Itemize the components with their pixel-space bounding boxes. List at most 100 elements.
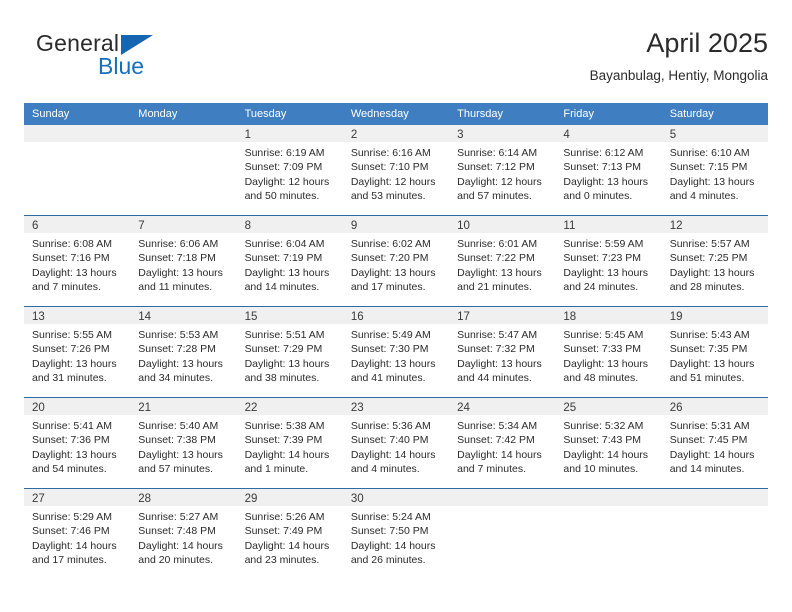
calendar-day-cell[interactable]: 21 Sunrise: 5:40 AM Sunset: 7:38 PM Dayligh… — [130, 398, 237, 488]
calendar-day-cell[interactable]: 8 Sunrise: 6:04 AM Sunset: 7:19 PM Daylight… — [236, 216, 343, 306]
calendar-day-cell[interactable]: 15 Sunrise: 5:51 AM Sunset: 7:29 PM Dayligh… — [236, 307, 343, 397]
calendar-day-cell[interactable]: 11 Sunrise: 5:59 AM Sunset: 7:23 PM Dayligh… — [555, 216, 662, 306]
daylight-text-line2: and 54 minutes. — [32, 463, 107, 476]
day-number: 18 — [563, 311, 577, 323]
daylight-text-line2: and 21 minutes. — [457, 281, 532, 294]
day-number-band: 4 — [555, 125, 662, 142]
sunrise-text: Sunrise: 5:32 AM — [563, 420, 644, 432]
day-number-band: 10 — [449, 216, 556, 233]
day-sun-info: Sunrise: 5:43 AM Sunset: 7:35 PM Daylight:… — [662, 324, 768, 386]
calendar-day-cell[interactable]: 6 Sunrise: 6:08 AM Sunset: 7:16 PM Daylight… — [24, 216, 131, 306]
calendar-page: General Blue April 2025 Bayanbulag, Hent… — [0, 0, 792, 612]
daylight-text-line2: and 26 minutes. — [350, 554, 426, 567]
calendar-day-cell[interactable]: 17 Sunrise: 5:47 AM Sunset: 7:32 PM Dayligh… — [449, 307, 556, 397]
general-blue-logo[interactable]: General Blue — [36, 30, 216, 86]
daylight-text-line1: Daylight: 13 hours — [669, 266, 755, 279]
daylight-text-line1: Daylight: 13 hours — [244, 266, 330, 279]
day-number-band: 15 — [236, 307, 343, 324]
daylight-text-line2: and 41 minutes. — [350, 372, 426, 385]
sunset-text: Sunset: 7:49 PM — [244, 525, 323, 538]
daylight-text-line1: Daylight: 14 hours — [244, 448, 330, 461]
sunrise-text: Sunrise: 5:26 AM — [244, 511, 325, 523]
daylight-text-line2: and 57 minutes. — [138, 463, 213, 476]
sunset-text: Sunset: 7:40 PM — [350, 434, 429, 447]
day-number-band: 3 — [449, 125, 556, 142]
day-sun-info: Sunrise: 5:27 AM Sunset: 7:48 PM Daylight:… — [130, 506, 236, 568]
sunset-text: Sunset: 7:09 PM — [244, 161, 323, 174]
calendar-day-cell[interactable]: 4 Sunrise: 6:12 AM Sunset: 7:13 PM Daylight… — [555, 125, 662, 215]
calendar-day-cell[interactable]: 22 Sunrise: 5:38 AM Sunset: 7:39 PM Dayligh… — [236, 398, 343, 488]
daylight-text-line1: Daylight: 13 hours — [138, 448, 223, 461]
calendar-day-cell[interactable]: 29 Sunrise: 5:26 AM Sunset: 7:49 PM Dayligh… — [236, 489, 343, 579]
daylight-text-line2: and 14 minutes. — [244, 281, 320, 294]
calendar-day-cell[interactable]: 28 Sunrise: 5:27 AM Sunset: 7:48 PM Dayligh… — [130, 489, 237, 579]
calendar-day-cell[interactable]: 27 Sunrise: 5:29 AM Sunset: 7:46 PM Dayligh… — [24, 489, 131, 579]
page-subtitle: Bayanbulag, Hentiy, Mongolia — [589, 68, 768, 83]
daylight-text-line2: and 51 minutes. — [669, 372, 745, 385]
sunrise-text: Sunrise: 5:55 AM — [32, 329, 112, 341]
sunrise-text: Sunrise: 5:27 AM — [138, 511, 219, 523]
calendar-day-cell[interactable]: 1 Sunrise: 6:19 AM Sunset: 7:09 PM Daylight… — [236, 125, 343, 215]
day-number-band: 2 — [342, 125, 450, 142]
calendar-day-cell[interactable]: 30 Sunrise: 5:24 AM Sunset: 7:50 PM Dayligh… — [342, 489, 450, 579]
calendar-week-row: 27 Sunrise: 5:29 AM Sunset: 7:46 PM Dayligh… — [24, 488, 768, 579]
calendar-day-cell[interactable]: 26 Sunrise: 5:31 AM Sunset: 7:45 PM Dayligh… — [661, 398, 768, 488]
calendar-day-cell[interactable]: 12 Sunrise: 5:57 AM Sunset: 7:25 PM Dayligh… — [661, 216, 768, 306]
calendar-day-cell[interactable]: 18 Sunrise: 5:45 AM Sunset: 7:33 PM Dayligh… — [555, 307, 662, 397]
sunrise-text: Sunrise: 5:40 AM — [138, 420, 219, 432]
sunrise-text: Sunrise: 5:43 AM — [669, 329, 750, 341]
day-number: 28 — [138, 493, 152, 505]
day-number: 25 — [563, 402, 577, 414]
calendar-day-cell[interactable]: 24 Sunrise: 5:34 AM Sunset: 7:42 PM Dayligh… — [449, 398, 556, 488]
calendar-day-cell[interactable]: 9 Sunrise: 6:02 AM Sunset: 7:20 PM Daylight… — [342, 216, 450, 306]
weekday-header-saturday: Saturday — [669, 108, 714, 120]
sunset-text: Sunset: 7:43 PM — [563, 434, 642, 447]
calendar-day-cell[interactable]: 16 Sunrise: 5:49 AM Sunset: 7:30 PM Dayligh… — [342, 307, 450, 397]
sunrise-text: Sunrise: 5:29 AM — [32, 511, 112, 523]
sunrise-text: Sunrise: 5:36 AM — [350, 420, 431, 432]
calendar-day-cell[interactable]: 25 Sunrise: 5:32 AM Sunset: 7:43 PM Dayligh… — [555, 398, 662, 488]
calendar-day-cell[interactable]: 7 Sunrise: 6:06 AM Sunset: 7:18 PM Daylight… — [130, 216, 237, 306]
day-number-band: 9 — [342, 216, 450, 233]
daylight-text-line1: Daylight: 13 hours — [244, 357, 330, 370]
daylight-text-line1: Daylight: 14 hours — [32, 539, 117, 552]
calendar-day-cell[interactable]: 5 Sunrise: 6:10 AM Sunset: 7:15 PM Daylight… — [661, 125, 768, 215]
calendar-day-cell[interactable]: 3 Sunrise: 6:14 AM Sunset: 7:12 PM Daylight… — [449, 125, 556, 215]
day-number-band — [130, 125, 237, 142]
calendar-day-cell[interactable]: 14 Sunrise: 5:53 AM Sunset: 7:28 PM Dayligh… — [130, 307, 237, 397]
sunset-text: Sunset: 7:25 PM — [669, 252, 748, 265]
day-number-band: 6 — [24, 216, 131, 233]
day-number-band: 12 — [661, 216, 768, 233]
day-sun-info: Sunrise: 5:41 AM Sunset: 7:36 PM Daylight:… — [24, 415, 130, 477]
daylight-text-line2: and 34 minutes. — [138, 372, 213, 385]
calendar-week-row: 13 Sunrise: 5:55 AM Sunset: 7:26 PM Dayligh… — [24, 306, 768, 397]
calendar-day-cell[interactable]: 19 Sunrise: 5:43 AM Sunset: 7:35 PM Dayligh… — [661, 307, 768, 397]
day-number-band: 20 — [24, 398, 131, 415]
calendar-day-cell[interactable]: 10 Sunrise: 6:01 AM Sunset: 7:22 PM Dayligh… — [449, 216, 556, 306]
day-sun-info: Sunrise: 6:02 AM Sunset: 7:20 PM Daylight:… — [343, 233, 449, 295]
daylight-text-line2: and 1 minute. — [244, 463, 309, 476]
day-sun-info: Sunrise: 5:38 AM Sunset: 7:39 PM Daylight:… — [237, 415, 343, 477]
day-number: 6 — [32, 220, 39, 232]
daylight-text-line2: and 17 minutes. — [350, 281, 426, 294]
day-number-band — [555, 489, 662, 506]
day-number: 15 — [244, 311, 258, 323]
calendar-day-cell[interactable]: 23 Sunrise: 5:36 AM Sunset: 7:40 PM Dayligh… — [342, 398, 450, 488]
day-sun-info: Sunrise: 5:32 AM Sunset: 7:43 PM Daylight:… — [555, 415, 661, 477]
calendar-day-cell[interactable]: 2 Sunrise: 6:16 AM Sunset: 7:10 PM Daylight… — [342, 125, 450, 215]
day-number: 29 — [244, 493, 258, 505]
day-number-band: 19 — [661, 307, 768, 324]
calendar-day-cell[interactable]: 13 Sunrise: 5:55 AM Sunset: 7:26 PM Dayligh… — [24, 307, 131, 397]
daylight-text-line1: Daylight: 14 hours — [244, 539, 330, 552]
day-number: 20 — [32, 402, 45, 414]
calendar-day-cell[interactable]: 20 Sunrise: 5:41 AM Sunset: 7:36 PM Dayligh… — [24, 398, 131, 488]
day-number-band: 28 — [130, 489, 237, 506]
calendar-grid: Sunday Monday Tuesday Wednesday Thursday… — [24, 103, 768, 579]
daylight-text-line2: and 7 minutes. — [32, 281, 101, 294]
daylight-text-line1: Daylight: 13 hours — [138, 266, 223, 279]
daylight-text-line2: and 53 minutes. — [350, 190, 426, 203]
calendar-day-cell-empty — [555, 489, 662, 579]
day-number-band: 21 — [130, 398, 237, 415]
daylight-text-line2: and 38 minutes. — [244, 372, 320, 385]
sunrise-text: Sunrise: 5:57 AM — [669, 238, 750, 250]
